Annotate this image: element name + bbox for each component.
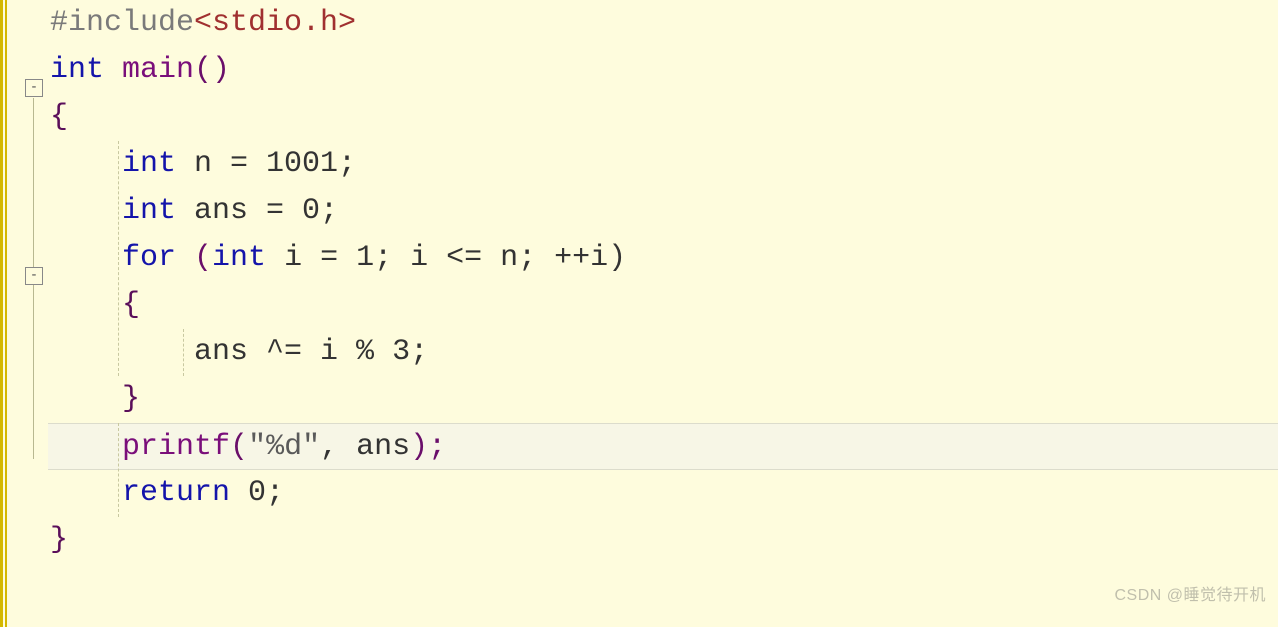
code-line: ans ^= i % 3; — [48, 329, 1278, 376]
code-text: ans ^= i % 3; — [194, 335, 428, 369]
minus-icon: - — [30, 79, 38, 95]
indent-guide — [118, 141, 119, 376]
close-brace: } — [50, 523, 68, 557]
function-call: printf — [122, 430, 230, 464]
indent — [50, 147, 122, 181]
code-text: i = 1; i <= n; ++i) — [266, 241, 626, 275]
code-line: } — [48, 376, 1278, 423]
indent — [50, 382, 122, 416]
close-brace: } — [122, 382, 140, 416]
code-text: n = 1001; — [176, 147, 356, 181]
indent — [50, 288, 122, 322]
code-line: { — [48, 94, 1278, 141]
code-line: } — [48, 517, 1278, 564]
watermark: CSDN @睡觉待开机 — [1114, 572, 1266, 619]
function-name: main — [104, 53, 194, 87]
indent — [50, 241, 122, 275]
string-literal: "%d" — [248, 430, 320, 464]
type-keyword: int — [122, 147, 176, 181]
code-line: return 0; — [48, 470, 1278, 517]
gutter-margin-line — [5, 0, 7, 627]
indent-guide — [183, 329, 184, 376]
type-keyword: int — [212, 241, 266, 275]
code-line: int ans = 0; — [48, 188, 1278, 235]
open-paren: ( — [230, 430, 248, 464]
open-paren: ( — [176, 241, 212, 275]
indent — [50, 476, 122, 510]
indent — [50, 430, 122, 464]
code-line: int main() — [48, 47, 1278, 94]
fold-toggle-main[interactable]: - — [25, 79, 43, 97]
code-text: ans = 0; — [176, 194, 338, 228]
for-keyword: for — [122, 241, 176, 275]
return-keyword: return — [122, 476, 230, 510]
indent — [50, 194, 122, 228]
indent-guide — [118, 423, 119, 517]
code-line: int n = 1001; — [48, 141, 1278, 188]
open-brace: { — [50, 100, 68, 134]
type-keyword: int — [122, 194, 176, 228]
code-line: #include<stdio.h> — [48, 0, 1278, 47]
type-keyword: int — [50, 53, 104, 87]
code-line: { — [48, 282, 1278, 329]
code-text: 0; — [230, 476, 284, 510]
code-text: , ans — [320, 430, 410, 464]
preprocessor-directive: #include — [50, 6, 194, 40]
include-path: <stdio.h> — [194, 6, 356, 40]
minus-icon: - — [30, 267, 38, 283]
code-line: for (int i = 1; i <= n; ++i) — [48, 235, 1278, 282]
open-brace: { — [122, 288, 140, 322]
code-area[interactable]: #include<stdio.h> int main() { int n = 1… — [48, 0, 1278, 627]
fold-toggle-for[interactable]: - — [25, 267, 43, 285]
indent — [50, 335, 194, 369]
gutter: - - — [0, 0, 48, 627]
code-editor: - - #include<stdio.h> int main() { int n… — [0, 0, 1278, 627]
parentheses: () — [194, 53, 230, 87]
close-paren: ); — [410, 430, 446, 464]
code-line-current: printf("%d", ans); — [48, 423, 1278, 470]
